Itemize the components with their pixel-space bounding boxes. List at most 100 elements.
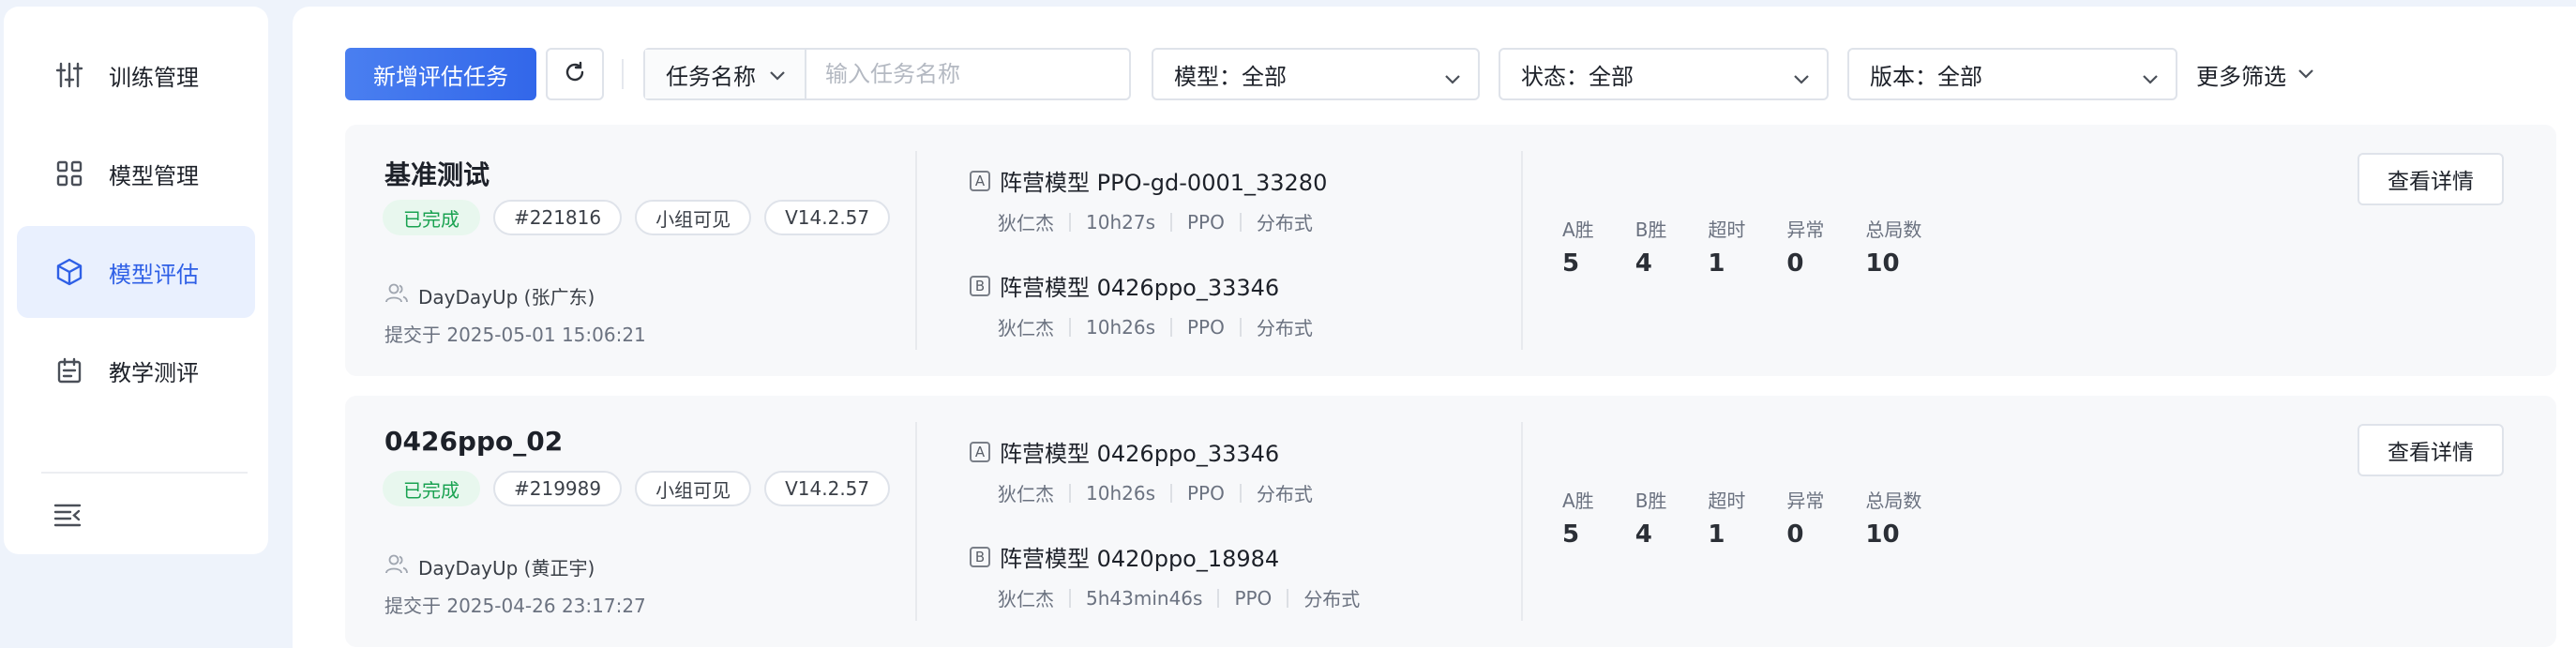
card-divider [915,151,917,350]
model-filter-label: 模型：全部 [1174,63,1287,90]
task-card: 基准测试 已完成 #221816 小组可见 V14.2.57 DayDayUp … [345,125,2556,376]
task-title: 0426ppo_02 [384,426,564,457]
model-filter-select[interactable]: 模型：全部 [1152,48,1480,100]
card-divider [1521,422,1523,621]
view-details-button[interactable]: 查看详情 [2358,424,2504,476]
status-badge: 已完成 [383,200,480,235]
camp-author: 狄仁杰 [998,588,1054,610]
sidebar-item-models[interactable]: 模型管理 [17,128,255,219]
camp-mode: 分布式 [1256,483,1313,505]
card-divider [915,422,917,621]
camp-duration: 5h43min46s [1086,586,1203,610]
task-title: 基准测试 [384,159,490,190]
submitter: DayDayUp (张广东) [384,282,595,309]
camp-duration: 10h27s [1086,210,1155,234]
stat-b-wins: B胜 4 [1634,490,1667,549]
main-panel: 新增评估任务 任务名称 模型：全部 状态：全 [293,7,2576,648]
submit-time: 提交于 2025-05-01 15:06:21 [384,324,646,346]
sidebar-item-evaluation[interactable]: 模型评估 [17,226,255,318]
result-stats: A胜 5 B胜 4 超时 1 异常 0 总局数 10 [1562,215,1963,278]
camp-b-model-name: 阵营模型 0420ppo_18984 [1000,546,1280,572]
grid-icon [51,155,88,192]
refresh-button[interactable] [546,48,604,100]
task-card: 0426ppo_02 已完成 #219989 小组可见 V14.2.57 Day… [345,396,2556,647]
camp-a-model-name: 阵营模型 PPO-gd-0001_33280 [1000,170,1328,196]
camp-b: B 阵营模型 0426ppo_33346 狄仁杰 10h26s PPO 分布式 [970,269,1313,340]
camp-mode: 分布式 [1256,212,1313,234]
stat-timeout: 超时 1 [1708,490,1746,549]
sidebar-item-teaching[interactable]: 教学测评 [17,324,255,416]
stat-a-wins: A胜 5 [1562,490,1594,549]
camp-b: B 阵营模型 0420ppo_18984 狄仁杰 5h43min46s PPO … [970,540,1360,611]
cube-icon [51,253,88,291]
sidebar-item-label: 教学测评 [109,359,199,386]
version-tag: V14.2.57 [764,471,891,506]
submit-time: 提交于 2025-04-26 23:17:27 [384,595,646,617]
status-filter-select[interactable]: 状态：全部 [1499,48,1829,100]
search-type-select[interactable]: 任务名称 [645,50,806,98]
camp-a-icon: A [970,170,990,191]
camp-a-icon: A [970,441,990,462]
users-icon [384,283,409,309]
chevron-down-icon [2142,65,2159,91]
camp-mode: 分布式 [1256,317,1313,339]
chevron-down-icon [1793,65,1810,91]
search-type-label: 任务名称 [666,63,756,90]
camp-duration: 10h26s [1086,315,1155,339]
stat-error: 异常 0 [1786,219,1825,278]
more-filters-button[interactable]: 更多筛选 [2196,48,2314,100]
stat-total: 总局数 10 [1865,219,1922,278]
camp-author: 狄仁杰 [998,483,1054,505]
sidebar: 训练管理 模型管理 模型评估 教学测评 [4,7,268,554]
collapse-menu-icon[interactable] [49,496,86,534]
stat-timeout: 超时 1 [1708,219,1746,278]
camp-author: 狄仁杰 [998,317,1054,339]
submitter-name: DayDayUp (张广东) [418,286,595,309]
sidebar-item-label: 模型管理 [109,162,199,189]
toolbar: 新增评估任务 任务名称 模型：全部 状态：全 [345,48,2576,100]
view-details-button[interactable]: 查看详情 [2358,153,2504,205]
task-name-search-input[interactable] [806,50,1129,98]
camp-b-model-name: 阵营模型 0426ppo_33346 [1000,275,1280,301]
version-filter-label: 版本：全部 [1870,63,1982,90]
version-filter-select[interactable]: 版本：全部 [1847,48,2177,100]
calendar-icon [51,352,88,389]
task-id-tag: #221816 [493,200,623,235]
camp-algo: PPO [1187,210,1225,234]
submitter-name: DayDayUp (黄正宇) [418,557,595,580]
task-tags: 已完成 #219989 小组可见 V14.2.57 [383,471,891,506]
status-filter-label: 状态：全部 [1521,63,1634,90]
camp-duration: 10h26s [1086,481,1155,505]
stat-total: 总局数 10 [1865,490,1922,549]
sidebar-item-training[interactable]: 训练管理 [17,29,255,121]
result-stats: A胜 5 B胜 4 超时 1 异常 0 总局数 10 [1562,486,1963,549]
sidebar-item-label: 模型评估 [109,261,199,288]
stat-error: 异常 0 [1786,490,1825,549]
sidebar-divider [41,472,248,474]
camp-a-model-name: 阵营模型 0426ppo_33346 [1000,441,1280,467]
users-icon [384,554,409,580]
stat-a-wins: A胜 5 [1562,219,1594,278]
sidebar-item-label: 训练管理 [109,64,199,91]
camp-a: A 阵营模型 PPO-gd-0001_33280 狄仁杰 10h27s PPO … [970,164,1327,235]
camp-b-icon: B [970,546,990,567]
submitter: DayDayUp (黄正宇) [384,553,595,580]
camp-a: A 阵营模型 0426ppo_33346 狄仁杰 10h26s PPO 分布式 [970,435,1313,506]
task-id-tag: #219989 [493,471,623,506]
stat-b-wins: B胜 4 [1634,219,1667,278]
camp-algo: PPO [1187,481,1225,505]
chevron-down-icon [2297,68,2314,80]
new-evaluation-task-button[interactable]: 新增评估任务 [345,48,536,100]
toolbar-divider [622,59,624,89]
camp-algo: PPO [1187,315,1225,339]
task-search-group: 任务名称 [643,48,1131,100]
camp-author: 狄仁杰 [998,212,1054,234]
chevron-down-icon [1444,65,1461,91]
version-tag: V14.2.57 [764,200,891,235]
visibility-tag: 小组可见 [635,471,752,506]
visibility-tag: 小组可见 [635,200,752,235]
card-divider [1521,151,1523,350]
sliders-icon [51,56,88,94]
task-tags: 已完成 #221816 小组可见 V14.2.57 [383,200,891,235]
camp-b-icon: B [970,275,990,296]
